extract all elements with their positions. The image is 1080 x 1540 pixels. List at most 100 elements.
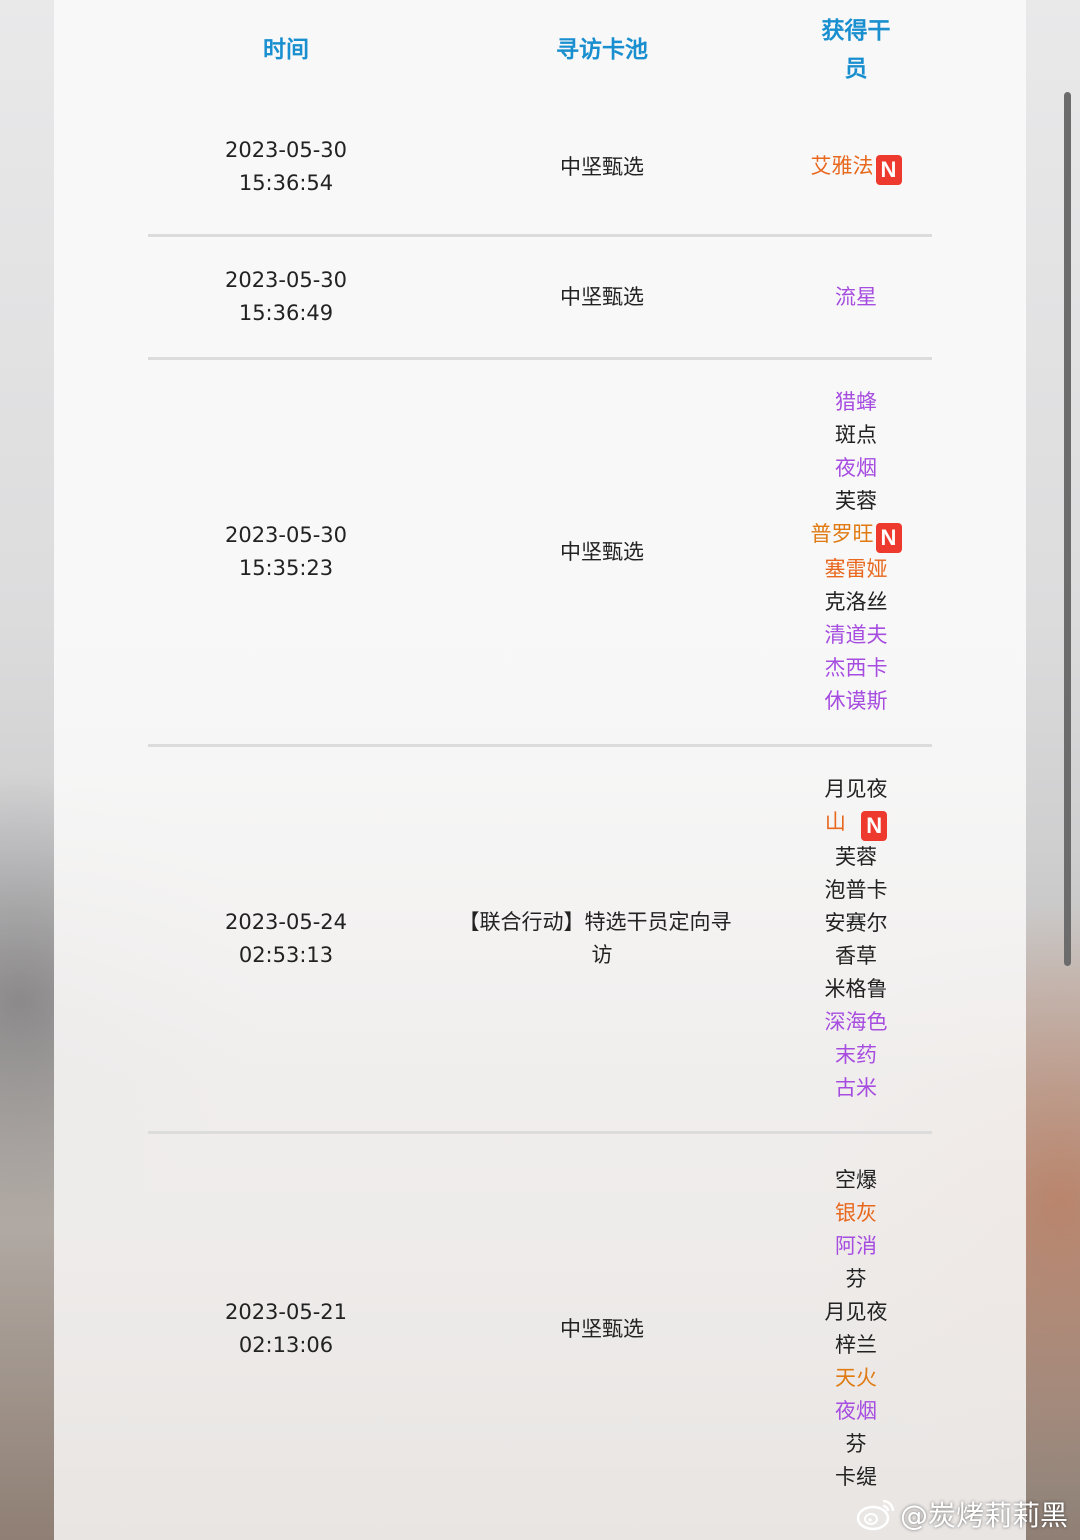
operator-name-text: 月见夜 <box>824 1300 888 1324</box>
operator-name-text: 塞雷娅 <box>824 557 888 581</box>
table-row: 2023-05-30 15:36:54 中坚甄选 艾雅法 N <box>148 100 932 237</box>
clock-text: 15:36:54 <box>238 171 334 195</box>
table-row: 2023-05-30 15:35:23 中坚甄选 猎蜂斑点夜烟芙蓉普罗旺 N 塞雷娅克… <box>148 360 932 747</box>
operator-name-part: 山 <box>824 810 846 834</box>
scrollbar[interactable] <box>1064 92 1071 966</box>
operator-name: 芙蓉 <box>835 841 877 874</box>
operator-name: 夜烟 <box>835 1395 877 1428</box>
operator-name-text: 清道夫 <box>824 623 888 647</box>
operator-name-text: 阿消 <box>835 1234 877 1258</box>
operator-name: 梓兰 <box>835 1329 877 1362</box>
operator-name: 芬 <box>846 1428 867 1461</box>
operator-name-text: 芙蓉 <box>835 845 877 869</box>
clock-text: 15:36:49 <box>238 301 334 325</box>
new-badge: N <box>875 523 902 553</box>
pool-cell: 中坚甄选 <box>560 284 644 309</box>
operators-cell: 流星 <box>780 237 932 357</box>
operator-name-text: 猎蜂 <box>835 390 877 414</box>
new-badge: N <box>861 811 888 841</box>
gacha-history-panel: 时间 寻访卡池 获得干员 2023-05-30 15:36:54 中坚甄选 艾雅法… <box>54 0 1026 1540</box>
operator-name-text: 夜烟 <box>835 456 877 480</box>
pool-cell: 中坚甄选 <box>560 154 644 179</box>
time-cell: 2023-05-30 15:36:54 <box>148 100 424 234</box>
operator-name: 猎蜂 <box>835 386 877 419</box>
pool-cell: 中坚甄选 <box>560 1316 644 1341</box>
header-operators: 获得干员 <box>780 0 932 100</box>
operator-name: 流星 <box>835 281 877 314</box>
operator-name-text: 香草 <box>835 944 877 968</box>
operators-cell: 猎蜂斑点夜烟芙蓉普罗旺 N 塞雷娅克洛丝清道夫杰西卡休谟斯 <box>780 360 932 744</box>
watermark-text: @炭烤莉莉黑 <box>899 1499 1068 1532</box>
table-row: 2023-05-21 02:13:06 中坚甄选 空爆 银灰 阿消芬月见夜 梓兰 天火 夜烟… <box>148 1134 932 1524</box>
operator-name-text: 流星 <box>835 284 877 309</box>
date-text: 2023-05-24 <box>224 910 348 934</box>
operator-name-text: 末药 <box>835 1043 877 1067</box>
operator-name: 芙蓉 <box>835 485 877 518</box>
operator-name-text: 安赛尔 <box>824 911 888 935</box>
pool-name-line1: 【联合行动】特选干员定向寻 <box>458 910 732 934</box>
operator-name: 空爆 <box>835 1164 877 1197</box>
operator-name-text: 卡缇 <box>835 1465 877 1489</box>
operator-name-text: 天火 <box>835 1366 877 1390</box>
operator-name: 克洛丝 <box>825 586 888 619</box>
operator-name-wrap: 山 N <box>824 806 888 841</box>
date-text: 2023-05-21 <box>224 1300 348 1324</box>
operators-cell: 空爆 银灰 阿消芬月见夜 梓兰 天火 夜烟芬卡缇 <box>780 1134 932 1524</box>
operator-name: 古米 <box>835 1072 877 1105</box>
new-badge: N <box>875 154 902 185</box>
operator-name: 深海色 <box>825 1006 888 1039</box>
operator-name-text: 空爆 <box>835 1168 877 1192</box>
operator-name-text: 古米 <box>835 1076 877 1100</box>
table-header: 时间 寻访卡池 获得干员 <box>54 0 1026 100</box>
table-row: 2023-05-30 15:36:49 中坚甄选 流星 <box>148 237 932 360</box>
operator-name-text: 银灰 <box>835 1201 877 1225</box>
operator-name-text: 休谟斯 <box>824 689 888 713</box>
time-cell: 2023-05-24 02:53:13 <box>148 747 424 1131</box>
operator-name: 休谟斯 <box>825 685 888 718</box>
clock-text: 15:35:23 <box>238 556 334 580</box>
operator-name: 艾雅法 N <box>811 150 902 185</box>
time-cell: 2023-05-30 15:36:49 <box>148 237 424 357</box>
operator-name-text: 泡普卡 <box>824 878 888 902</box>
operator-name-text: 普罗旺 <box>810 522 874 546</box>
operator-name-text: 杰西卡 <box>824 656 888 680</box>
date-text: 2023-05-30 <box>224 138 348 162</box>
operator-name: 清道夫 <box>825 619 888 652</box>
operator-name: 卡缇 <box>835 1461 877 1494</box>
operator-name-text: 芬 <box>845 1432 867 1456</box>
operators-cell: 艾雅法 N <box>780 100 932 234</box>
operator-name: 芬 <box>846 1263 867 1296</box>
operator-name: 阿消 <box>835 1230 877 1263</box>
time-cell: 2023-05-21 02:13:06 <box>148 1134 424 1524</box>
operator-name-text: 梓兰 <box>835 1333 877 1357</box>
header-time: 时间 <box>263 37 309 63</box>
date-text: 2023-05-30 <box>224 523 348 547</box>
weibo-icon <box>856 1499 895 1531</box>
operator-name-text: 深海色 <box>824 1010 888 1034</box>
operator-name-text: 克洛丝 <box>824 590 888 614</box>
operator-name-text: 夜烟 <box>835 1399 877 1423</box>
operator-name-text: 米格鲁 <box>824 977 888 1001</box>
pool-name-line2: 访 <box>591 943 613 967</box>
pool-cell: 【联合行动】特选干员定向寻 访 <box>424 747 780 1131</box>
header-pool: 寻访卡池 <box>556 37 648 63</box>
operator-name-text: 艾雅法 <box>810 153 874 178</box>
operator-name: 安赛尔 <box>825 907 888 940</box>
header-operators-label: 获得干员 <box>821 18 891 82</box>
time-cell: 2023-05-30 15:35:23 <box>148 360 424 744</box>
operator-name: 香草 <box>835 940 877 973</box>
date-text: 2023-05-30 <box>224 268 348 292</box>
operator-name: 月见夜 <box>824 777 888 801</box>
pool-cell: 中坚甄选 <box>560 539 644 564</box>
operator-name-text: 芙蓉 <box>835 489 877 513</box>
operator-name: 银灰 <box>835 1197 877 1230</box>
operator-name-text: 芬 <box>845 1267 867 1291</box>
operator-name: 斑点 <box>835 419 877 452</box>
operator-name: 普罗旺 N <box>811 518 902 553</box>
operator-name: 夜烟 <box>835 452 877 485</box>
clock-text: 02:13:06 <box>238 1333 334 1357</box>
operators-cell: 月见夜 山 N 芙蓉泡普卡安赛尔香草米格鲁深海色末药古米 <box>780 747 932 1131</box>
operator-name: 月见夜 <box>825 1296 888 1329</box>
operator-name: 米格鲁 <box>825 973 888 1006</box>
operator-name-text: 斑点 <box>835 423 877 447</box>
